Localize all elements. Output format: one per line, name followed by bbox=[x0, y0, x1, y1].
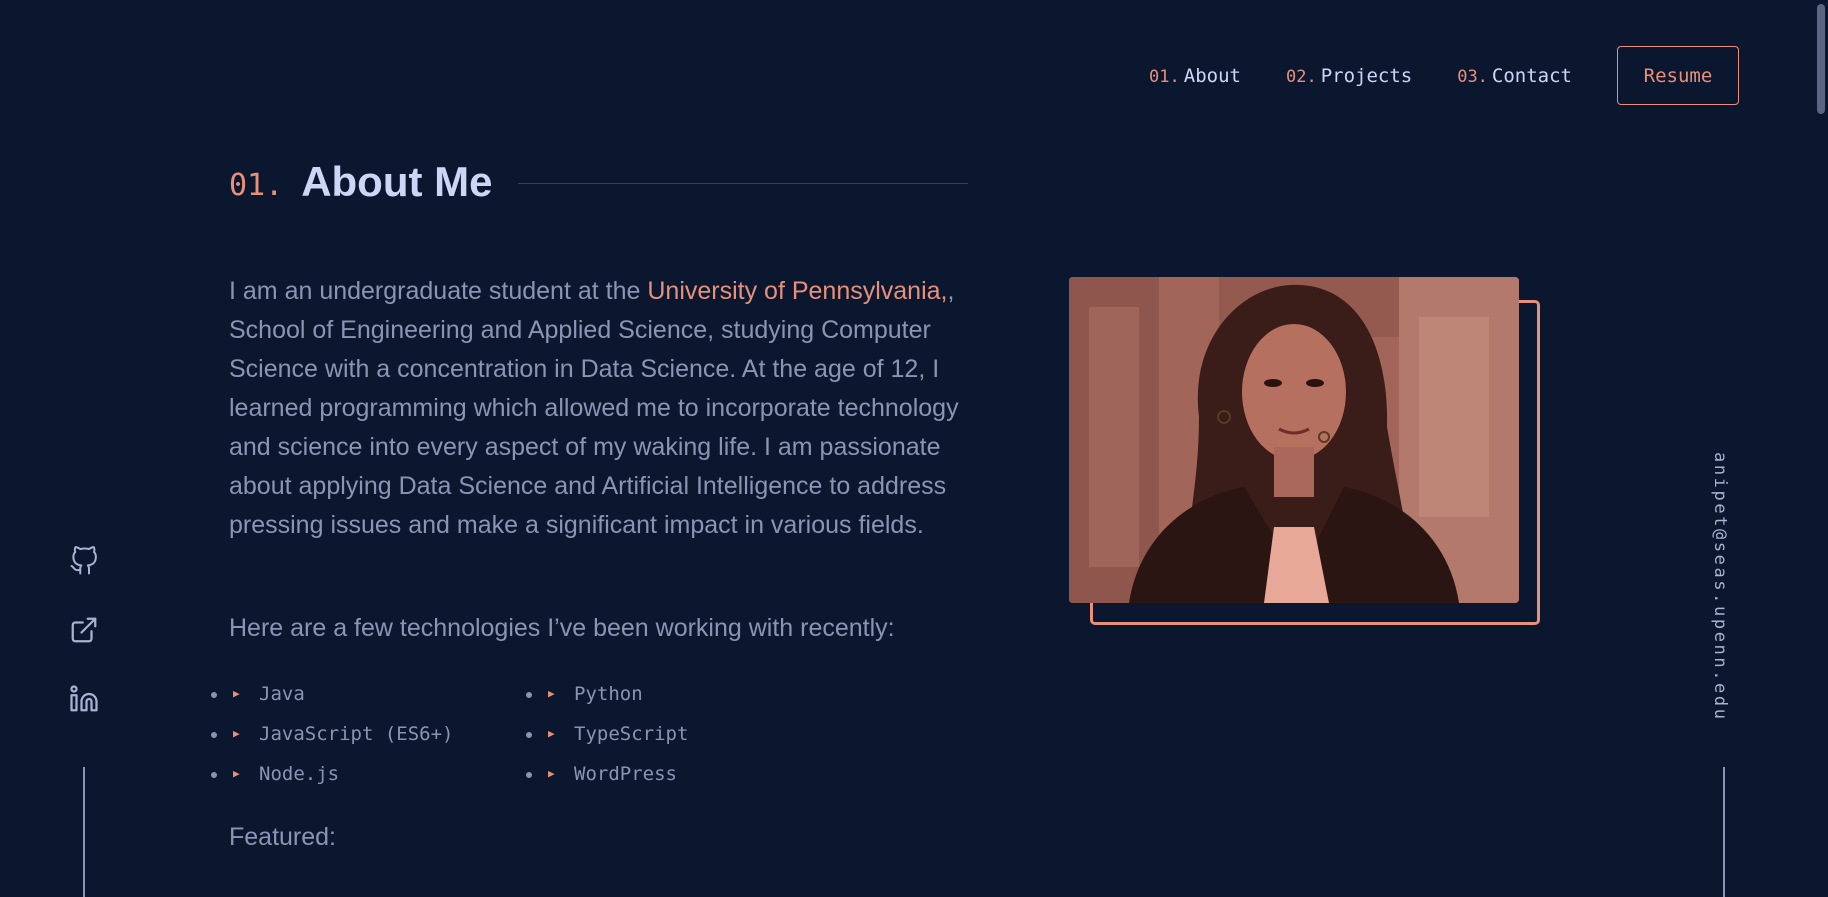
nav-projects-num: 02. bbox=[1285, 66, 1317, 87]
about-intro: I am an undergraduate student at the bbox=[229, 277, 648, 305]
triangle-bullet-icon: ▶ bbox=[548, 767, 555, 780]
nav-contact-num: 03. bbox=[1457, 66, 1488, 87]
top-nav: 01. About 02. Projects 03. Contact Resume bbox=[1149, 46, 1739, 105]
resume-button[interactable]: Resume bbox=[1617, 46, 1739, 105]
technology-label: TypeScript bbox=[574, 723, 689, 745]
linkedin-icon[interactable] bbox=[64, 679, 104, 719]
scrollbar-thumb[interactable] bbox=[1817, 4, 1825, 114]
social-links bbox=[64, 541, 104, 748]
right-vertical-line bbox=[1723, 767, 1725, 897]
technology-label: JavaScript (ES6+) bbox=[259, 723, 454, 745]
about-body: , School of Engineering and Applied Scie… bbox=[229, 277, 959, 539]
section-title: About Me bbox=[301, 158, 493, 205]
list-item: ▶ Python bbox=[544, 681, 844, 707]
heading-divider bbox=[518, 183, 968, 184]
triangle-bullet-icon: ▶ bbox=[548, 727, 555, 740]
triangle-bullet-icon: ▶ bbox=[233, 727, 240, 740]
triangle-bullet-icon: ▶ bbox=[548, 687, 555, 700]
left-vertical-line bbox=[83, 767, 85, 897]
nav-contact[interactable]: 03. Contact bbox=[1457, 65, 1572, 87]
about-paragraph: I am an undergraduate student at the Uni… bbox=[229, 272, 999, 545]
technology-label: WordPress bbox=[574, 763, 677, 785]
nav-about-label: About bbox=[1183, 64, 1241, 87]
list-item: ▶ Node.js bbox=[229, 761, 544, 787]
featured-heading: Featured: bbox=[229, 823, 337, 851]
profile-photo-illustration bbox=[1069, 277, 1519, 603]
list-item: ▶ TypeScript bbox=[544, 721, 844, 747]
triangle-bullet-icon: ▶ bbox=[233, 767, 240, 780]
external-link-icon[interactable] bbox=[64, 610, 104, 650]
scrollbar[interactable] bbox=[1814, 0, 1828, 897]
list-item: ▶ WordPress bbox=[544, 761, 844, 787]
nav-about-num: 01. bbox=[1149, 66, 1180, 87]
technology-label: Node.js bbox=[259, 763, 340, 785]
email-link[interactable]: anipet@seas.upenn.edu bbox=[1710, 452, 1730, 722]
github-icon[interactable] bbox=[64, 541, 104, 581]
section-heading: 01. About Me bbox=[229, 158, 492, 206]
list-item: ▶ Java bbox=[229, 681, 544, 707]
list-item: ▶ JavaScript (ES6+) bbox=[229, 721, 544, 747]
nav-projects-label: Projects bbox=[1320, 64, 1413, 87]
technology-label: Python bbox=[574, 683, 643, 705]
nav-contact-label: Contact bbox=[1491, 64, 1572, 87]
technology-label: Java bbox=[259, 683, 305, 705]
nav-projects[interactable]: 02. Projects bbox=[1286, 65, 1412, 87]
nav-about[interactable]: 01. About bbox=[1149, 65, 1241, 87]
profile-photo[interactable] bbox=[1069, 277, 1519, 603]
university-link[interactable]: University of Pennsylvania, bbox=[647, 277, 947, 305]
triangle-bullet-icon: ▶ bbox=[233, 687, 240, 700]
section-number: 01. bbox=[229, 167, 284, 203]
technologies-list: ▶ Java ▶ Python ▶ JavaScript (ES6+) ▶ TypeSc… bbox=[229, 681, 844, 787]
technologies-intro: Here are a few technologies I’ve been wo… bbox=[229, 614, 895, 642]
